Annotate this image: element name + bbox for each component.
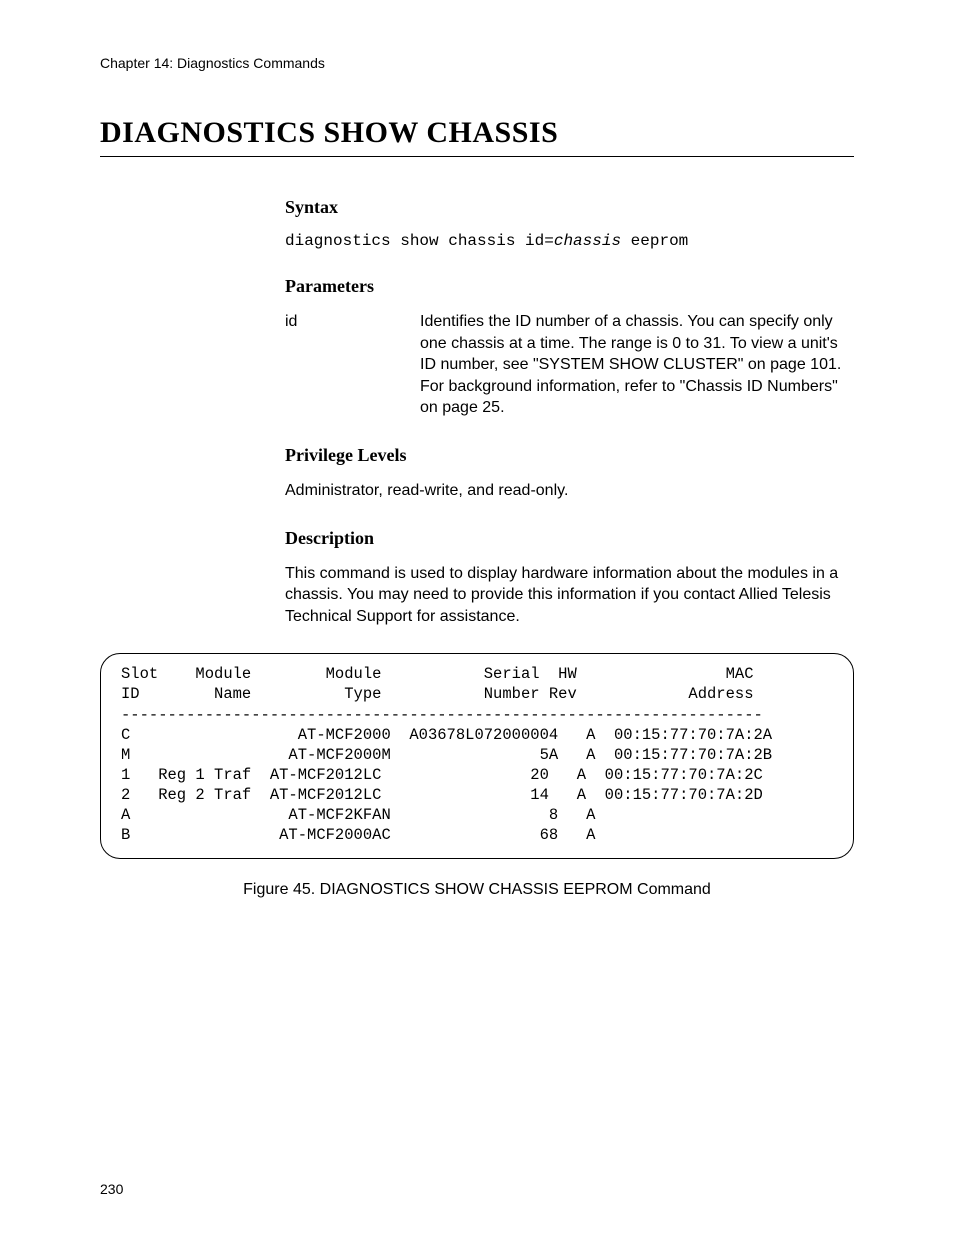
section-heading-syntax: Syntax <box>285 197 854 218</box>
parameter-description: Identifies the ID number of a chassis. Y… <box>420 311 854 419</box>
page-number: 230 <box>100 1181 123 1197</box>
privilege-text: Administrator, read-write, and read-only… <box>285 480 854 502</box>
syntax-prefix: diagnostics show chassis id= <box>285 232 554 250</box>
parameter-row: id Identifies the ID number of a chassis… <box>285 311 854 419</box>
page-title: DIAGNOSTICS SHOW CHASSIS <box>100 116 854 150</box>
figure-caption: Figure 45. DIAGNOSTICS SHOW CHASSIS EEPR… <box>100 881 854 899</box>
content-column: Syntax diagnostics show chassis id=chass… <box>285 197 854 627</box>
syntax-suffix: eeprom <box>621 232 688 250</box>
syntax-command: diagnostics show chassis id=chassis eepr… <box>285 232 854 250</box>
parameter-name: id <box>285 311 420 419</box>
section-heading-description: Description <box>285 528 854 549</box>
chapter-header: Chapter 14: Diagnostics Commands <box>100 55 854 71</box>
syntax-variable: chassis <box>554 232 621 250</box>
command-output-box: Slot Module Module Serial HW MAC ID Name… <box>100 653 854 858</box>
title-rule <box>100 156 854 157</box>
description-text: This command is used to display hardware… <box>285 563 854 628</box>
section-heading-privilege: Privilege Levels <box>285 445 854 466</box>
section-heading-parameters: Parameters <box>285 276 854 297</box>
page: Chapter 14: Diagnostics Commands DIAGNOS… <box>0 0 954 1235</box>
